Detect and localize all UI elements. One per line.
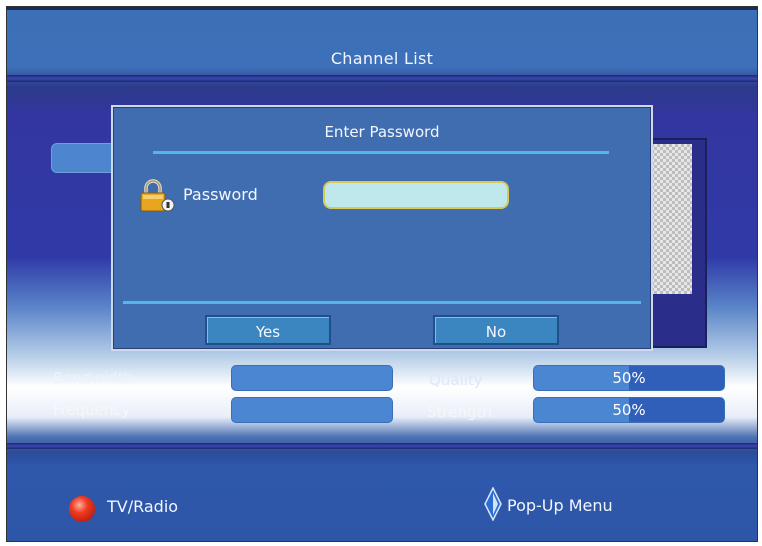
red-button-icon[interactable] xyxy=(69,496,95,522)
strength-value: 50% xyxy=(612,401,646,419)
password-input[interactable] xyxy=(323,181,509,209)
preview-placeholder xyxy=(648,144,692,294)
footer-bar xyxy=(7,447,757,541)
password-dialog: Enter Password Password Yes No xyxy=(111,105,653,351)
nav-arrow-icon[interactable] xyxy=(483,487,503,521)
dialog-title-divider xyxy=(153,151,609,154)
quality-value: 50% xyxy=(612,369,646,387)
page-title: Channel List xyxy=(330,49,434,68)
strength-label: Strength xyxy=(427,403,492,421)
no-button[interactable]: No xyxy=(433,315,559,345)
top-border xyxy=(7,7,757,10)
strength-bar: 50% xyxy=(533,397,725,423)
padlock-icon xyxy=(140,179,175,212)
frequency-label: Frequency xyxy=(53,401,131,419)
dialog-buttons-divider xyxy=(123,301,641,304)
password-label: Password xyxy=(183,185,258,204)
frequency-value-box xyxy=(231,397,393,423)
yes-button[interactable]: Yes xyxy=(205,315,331,345)
quality-bar: 50% xyxy=(533,365,725,391)
channel-list-item[interactable] xyxy=(51,143,119,173)
quality-label: Quality xyxy=(429,371,483,389)
bandwidth-value-box xyxy=(231,365,393,391)
header-divider xyxy=(7,75,757,82)
dialog-title: Enter Password xyxy=(324,123,440,141)
bandwidth-label: Bandwidth xyxy=(53,369,133,387)
popup-menu-label[interactable]: Pop-Up Menu xyxy=(507,496,613,515)
tv-radio-label[interactable]: TV/Radio xyxy=(107,497,178,516)
tv-screen: Channel List Enter Password Password Yes… xyxy=(6,6,758,542)
